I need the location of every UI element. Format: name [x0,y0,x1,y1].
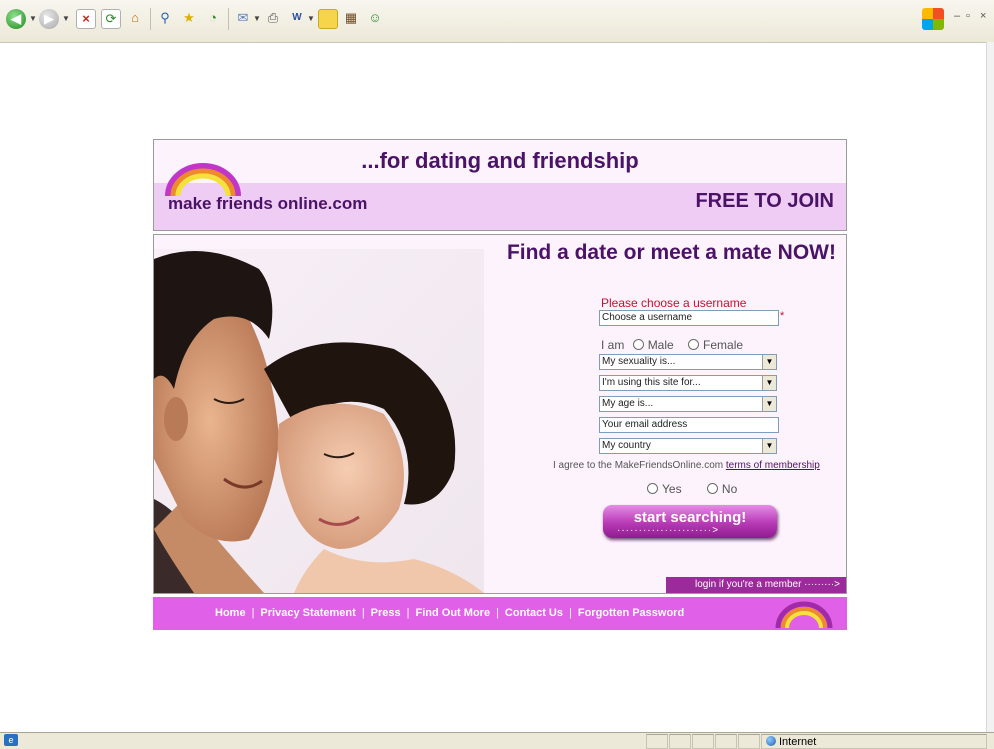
minimize-icon[interactable]: – [954,10,960,22]
close-icon[interactable]: × [980,10,986,22]
footer-separator: | [406,607,410,619]
free-to-join-badge: FREE TO JOIN [695,190,834,212]
chevron-down-icon[interactable]: ▼ [762,355,776,369]
female-label: Female [703,338,744,352]
username-input[interactable] [599,310,779,326]
agree-text: I agree to the MakeFriendsOnline.com [553,460,724,471]
site-logo-text[interactable]: make friends online.com [168,194,367,214]
yes-label: Yes [662,482,682,496]
couple-photo [154,249,484,593]
research-icon[interactable]: ▦ [342,9,360,27]
mail-icon[interactable]: ✉ [234,9,252,27]
sexuality-select[interactable]: My sexuality is... ▼ [599,354,777,370]
refresh-icon[interactable]: ⟳ [101,9,121,29]
site-footer: Home | Privacy Statement | Press | Find Out Mo… [153,597,847,630]
favorites-icon[interactable]: ★ [180,9,198,27]
age-select[interactable]: My age is... ▼ [599,396,777,412]
username-label: Please choose a username [601,296,747,310]
no-radio[interactable] [706,483,718,494]
tagline: ...for dating and friendship [361,148,639,173]
footer-nav: Home | Privacy Statement | Press | Find Out Mo… [215,607,684,619]
status-cell [738,734,760,749]
browser-toolbar: ◀ ▼ ▶ ▼ × ⟳ ⌂ ⚲ ★ ◔ ✉ ▼ ⎙ W ▼ ▦ ☺ – ▫ × [0,0,994,43]
page-headline: Find a date or meet a mate NOW! [506,241,836,264]
terms-link[interactable]: terms of membership [726,460,820,471]
zone-cell: Internet [761,734,987,749]
word-icon[interactable]: W [288,9,306,27]
footer-link-privacy[interactable]: Privacy Statement [260,607,355,619]
footer-rainbow-icon [775,601,833,629]
country-select[interactable]: My country ▼ [599,438,777,454]
home-icon[interactable]: ⌂ [126,9,144,27]
yes-radio[interactable] [647,483,658,494]
gender-group: I am Male Female [601,338,743,352]
start-searching-button[interactable]: start searching! ······················> [603,505,777,538]
footer-separator: | [496,607,499,619]
status-cell [692,734,714,749]
purpose-select[interactable]: I'm using this site for... ▼ [599,375,777,391]
main-panel: Find a date or meet a mate NOW! Please c… [153,234,847,594]
required-mark: * [780,310,785,322]
windows-logo-icon [922,8,944,30]
country-value: My country [602,440,651,451]
zone-label: Internet [779,736,817,748]
stop-icon[interactable]: × [76,9,96,29]
search-icon[interactable]: ⚲ [156,9,174,27]
footer-link-forgotten-password[interactable]: Forgotten Password [578,607,684,619]
footer-link-home[interactable]: Home [215,607,246,619]
status-cell [669,734,691,749]
footer-separator: | [251,607,255,619]
sexuality-value: My sexuality is... [602,356,676,367]
agree-options: Yes No [647,482,737,496]
button-dots: ······················> [617,525,720,536]
back-dropdown-icon[interactable]: ▼ [29,14,37,23]
i-am-label: I am [601,338,625,352]
male-label: Male [647,338,674,352]
footer-separator: | [361,607,365,619]
site-header: ...for dating and friendship make friend… [153,139,847,231]
restore-icon[interactable]: ▫ [966,10,970,22]
status-cell [646,734,668,749]
status-cell [715,734,737,749]
back-icon[interactable]: ◀ [6,9,26,29]
terms-agreement: I agree to the MakeFriendsOnline.com ter… [553,460,833,471]
status-bar: e Internet [0,732,994,749]
male-radio[interactable] [632,339,644,350]
email-input[interactable] [599,417,779,433]
globe-icon [766,736,776,746]
chevron-down-icon[interactable]: ▼ [762,397,776,411]
forward-icon[interactable]: ▶ [39,9,59,29]
footer-link-find-out-more[interactable]: Find Out More [416,607,491,619]
footer-link-contact[interactable]: Contact Us [505,607,563,619]
chevron-down-icon[interactable]: ▼ [762,439,776,453]
history-icon[interactable]: ◔ [204,9,222,27]
footer-separator: | [568,607,572,619]
footer-link-press[interactable]: Press [371,607,401,619]
purpose-value: I'm using this site for... [602,377,701,388]
member-login-link[interactable]: login if you're a member ·········> [666,577,846,593]
female-radio[interactable] [688,339,700,350]
notes-icon[interactable] [318,9,338,29]
vertical-scrollbar[interactable] [986,42,994,732]
no-label: No [721,482,738,496]
forward-dropdown-icon[interactable]: ▼ [62,14,70,23]
print-icon[interactable]: ⎙ [264,9,282,27]
messenger-icon[interactable]: ☺ [366,9,384,27]
chevron-down-icon[interactable]: ▼ [762,376,776,390]
page-icon: e [4,734,18,746]
word-dropdown-icon[interactable]: ▼ [307,14,315,23]
age-value: My age is... [602,398,654,409]
start-searching-label: start searching! [633,509,747,526]
mail-dropdown-icon[interactable]: ▼ [253,14,261,23]
